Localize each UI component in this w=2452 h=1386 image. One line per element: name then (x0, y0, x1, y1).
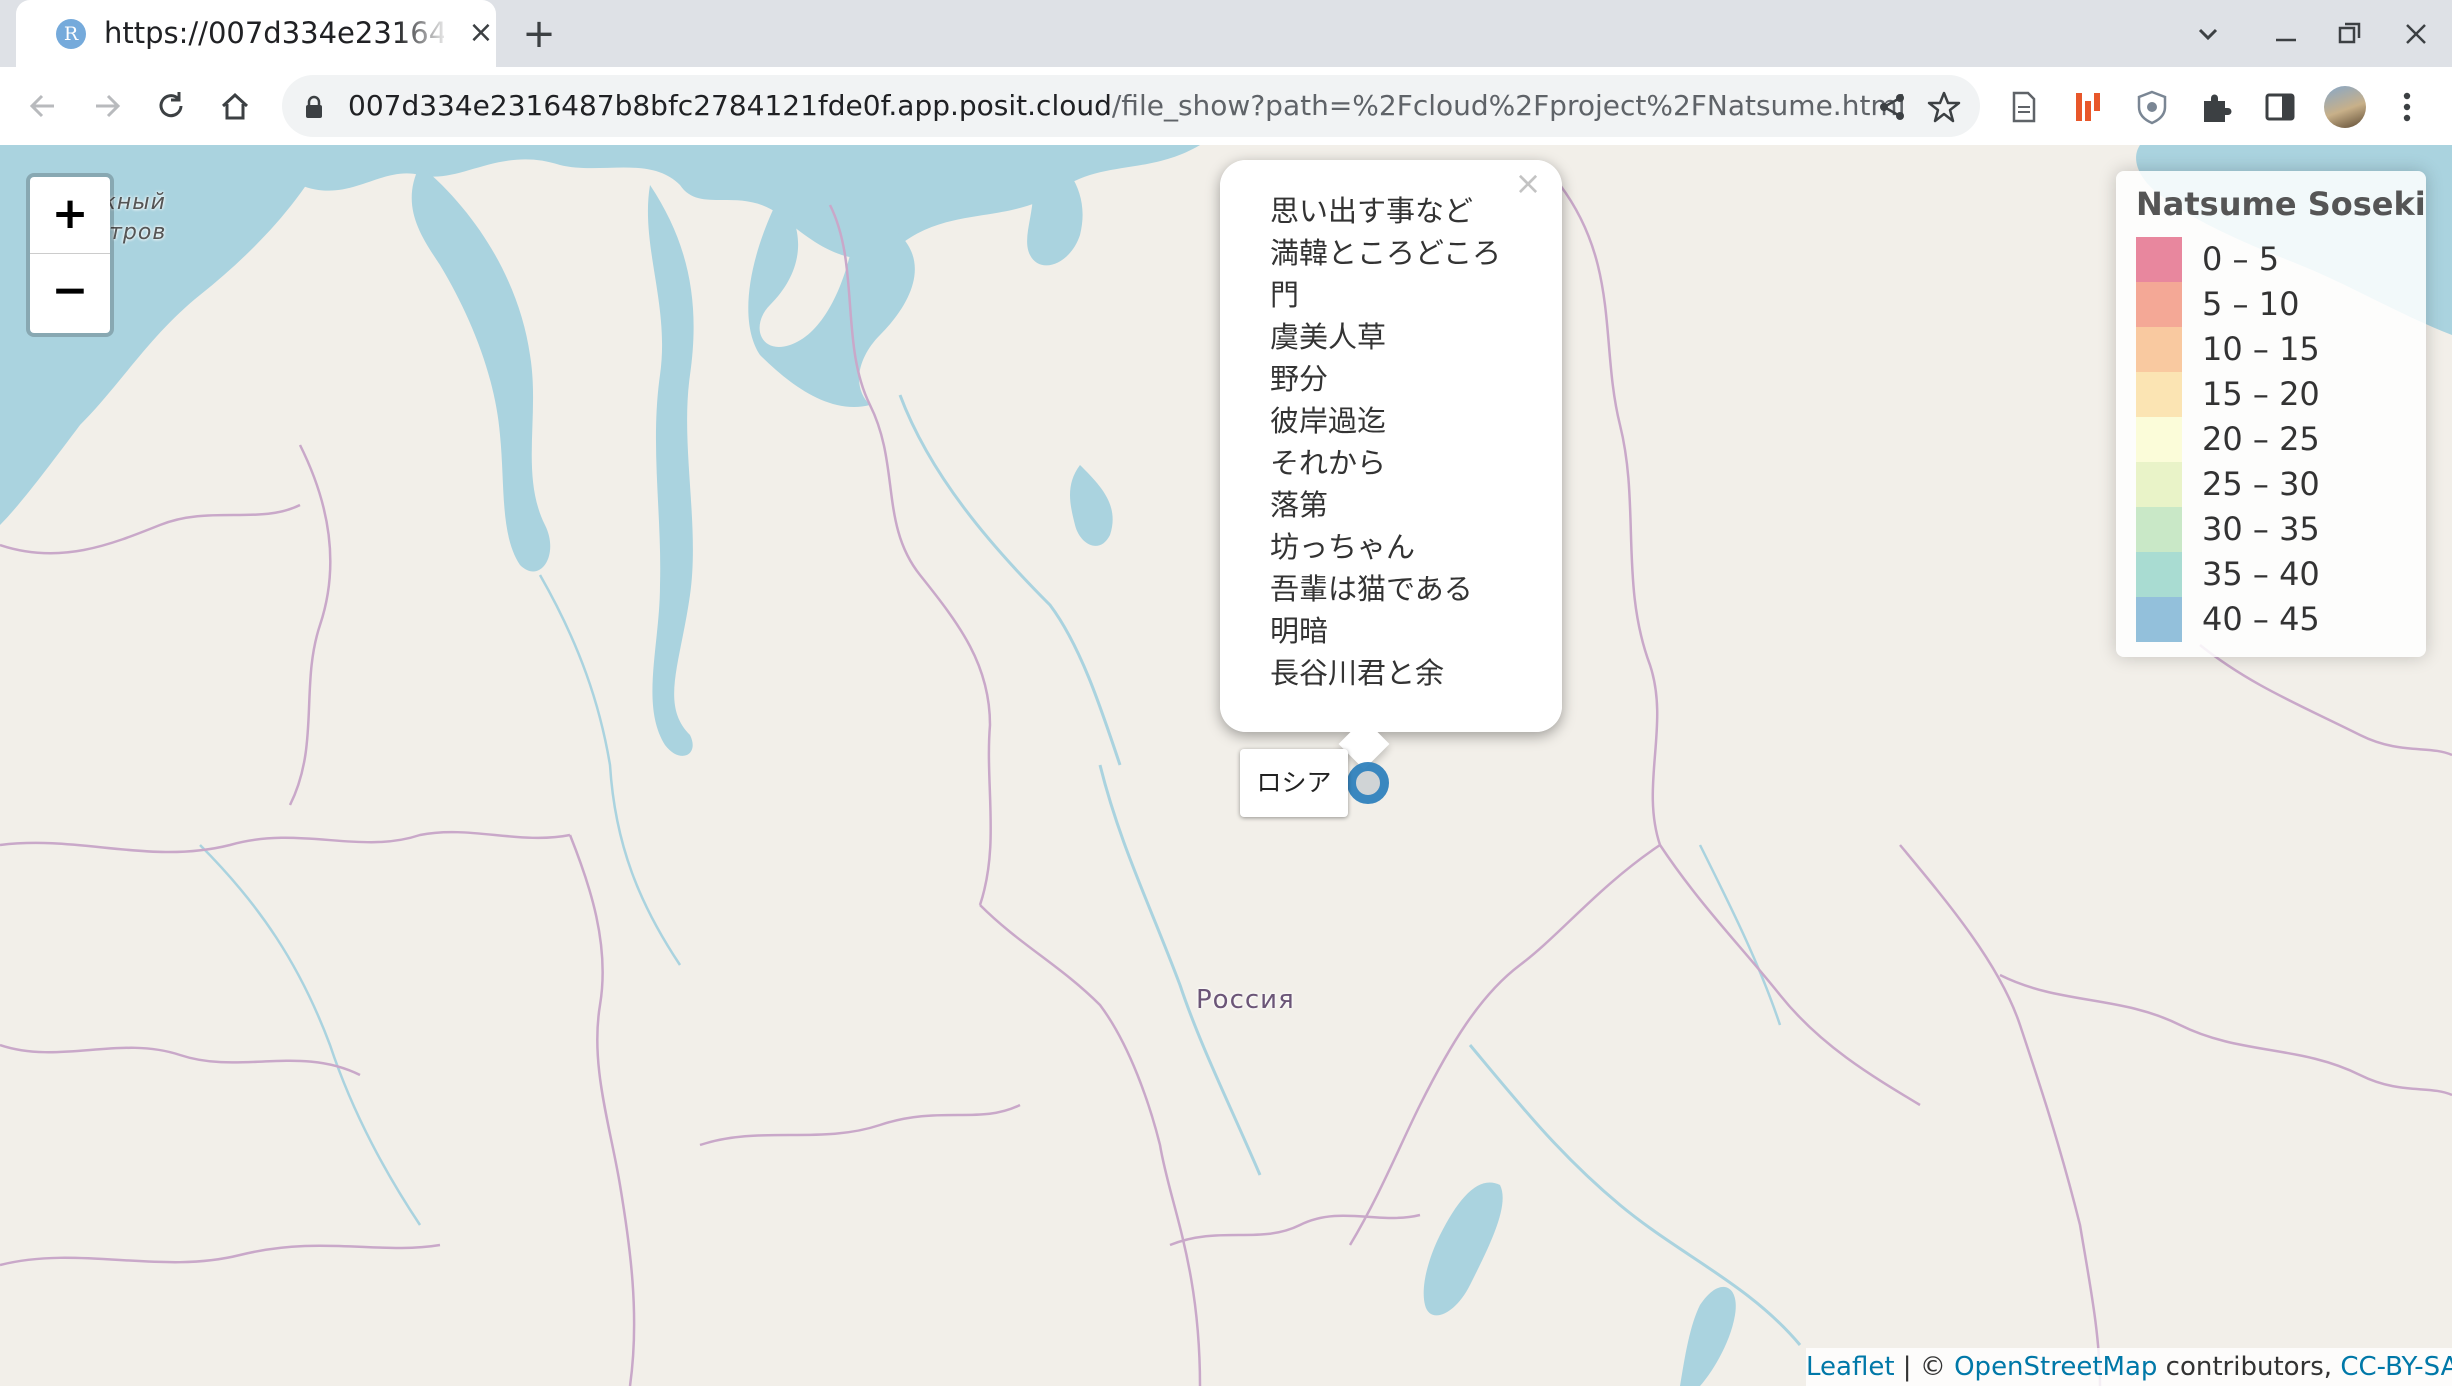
back-arrow-icon[interactable] (20, 83, 66, 129)
share-icon[interactable] (1874, 89, 1910, 125)
circle-marker[interactable] (1347, 762, 1389, 804)
popup-title-item: 長谷川君と余 (1270, 656, 1445, 690)
tab-title: https://007d334e231648 (104, 16, 444, 50)
new-tab-button[interactable]: + (518, 14, 560, 56)
legend-title: Natsume Soseki (2136, 185, 2426, 223)
legend: Natsume Soseki 0 – 5 5 – 10 10 – 15 15 –… (2116, 171, 2426, 657)
forward-arrow-icon[interactable] (84, 83, 130, 129)
url-text[interactable]: 007d334e2316487b8bfc2784121fde0f.app.pos… (348, 88, 1905, 124)
license-link[interactable]: CC-BY-SA (2340, 1352, 2452, 1382)
marker-tooltip: ロシア (1240, 749, 1348, 817)
legend-swatch (2136, 327, 2182, 372)
legend-label: 40 – 45 (2202, 600, 2320, 638)
leaflet-link[interactable]: Leaflet (1806, 1352, 1895, 1382)
zoom-control: + − (26, 173, 114, 337)
legend-label: 10 – 15 (2202, 330, 2320, 368)
legend-item: 10 – 15 (2136, 327, 2416, 372)
attribution-separator: | © (1894, 1352, 1955, 1382)
extension-orange-icon[interactable] (2068, 87, 2108, 127)
address-bar[interactable]: 007d334e2316487b8bfc2784121fde0f.app.pos… (282, 75, 1980, 137)
bookmark-star-icon[interactable] (1926, 89, 1962, 125)
side-panel-icon[interactable] (2260, 87, 2300, 127)
legend-label: 20 – 25 (2202, 420, 2320, 458)
legend-item: 25 – 30 (2136, 462, 2416, 507)
legend-swatch (2136, 417, 2182, 462)
home-icon[interactable] (212, 83, 258, 129)
popup-title-item: 野分 (1270, 362, 1329, 396)
legend-item: 15 – 20 (2136, 372, 2416, 417)
window-close-icon[interactable] (2396, 14, 2436, 54)
tab-search-chevron-icon[interactable] (2188, 14, 2228, 54)
popup-close-button[interactable]: × (1510, 165, 1546, 201)
legend-swatch (2136, 507, 2182, 552)
reader-mode-icon[interactable] (2004, 87, 2044, 127)
popup-title-item: それから (1270, 446, 1387, 480)
popup-title-item: 吾輩は猫である (1270, 572, 1473, 606)
legend-item: 35 – 40 (2136, 552, 2416, 597)
legend-label: 25 – 30 (2202, 465, 2320, 503)
openstreetmap-link[interactable]: OpenStreetMap (1954, 1352, 2157, 1382)
tab-strip: R https://007d334e231648 × + (0, 0, 2452, 67)
map-attribution: Leaflet | © OpenStreetMap contributors, … (1806, 1348, 2452, 1386)
reload-icon[interactable] (148, 83, 194, 129)
profile-avatar[interactable] (2324, 86, 2366, 128)
zoom-out-button[interactable]: − (30, 254, 110, 330)
popup-title-item: 坊っちゃん (1270, 530, 1416, 564)
restore-icon[interactable] (2330, 14, 2370, 54)
popup-title-item: 思い出す事など (1270, 194, 1474, 228)
r-favicon-icon: R (56, 19, 86, 49)
legend-swatch (2136, 237, 2182, 282)
popup-title-item: 満韓ところどころ (1270, 236, 1502, 270)
legend-item: 30 – 35 (2136, 507, 2416, 552)
popup-title-item: 明暗 (1270, 614, 1329, 648)
legend-item: 5 – 10 (2136, 282, 2416, 327)
zoom-in-button[interactable]: + (30, 177, 110, 254)
url-path: /file_show?path=%2Fcloud%2Fproject%2FNat… (1111, 89, 1906, 122)
legend-swatch (2136, 597, 2182, 642)
minimize-icon[interactable] (2266, 14, 2306, 54)
legend-swatch (2136, 462, 2182, 507)
tab-title-fade (396, 12, 450, 56)
extensions-puzzle-icon[interactable] (2196, 87, 2236, 127)
legend-item: 0 – 5 (2136, 237, 2416, 282)
lock-icon[interactable] (304, 95, 324, 119)
popup-title-item: 虞美人草 (1270, 320, 1387, 354)
legend-label: 0 – 5 (2202, 240, 2280, 278)
popup-title-item: 彼岸過迄 (1270, 404, 1387, 438)
browser-tab[interactable]: R https://007d334e231648 × (16, 0, 496, 67)
legend-item: 40 – 45 (2136, 597, 2416, 642)
place-label-russia: Россия (1196, 985, 1295, 1015)
browser-toolbar: 007d334e2316487b8bfc2784121fde0f.app.pos… (0, 67, 2452, 146)
popup-title-list: 思い出す事など 満韓ところどころ 門 虞美人草 野分 彼岸過迄 それから 落第 … (1270, 190, 1501, 694)
legend-items: 0 – 5 5 – 10 10 – 15 15 – 20 20 – 25 25 … (2136, 237, 2416, 642)
popup-title-item: 門 (1270, 278, 1300, 312)
legend-swatch (2136, 552, 2182, 597)
legend-label: 35 – 40 (2202, 555, 2320, 593)
more-menu-icon[interactable] (2392, 87, 2422, 127)
tab-close-icon[interactable]: × (464, 16, 498, 50)
legend-label: 15 – 20 (2202, 375, 2320, 413)
legend-item: 20 – 25 (2136, 417, 2416, 462)
legend-label: 30 – 35 (2202, 510, 2320, 548)
attribution-contributors: contributors, (2157, 1352, 2341, 1382)
shield-extension-icon[interactable] (2132, 87, 2172, 127)
legend-swatch (2136, 282, 2182, 327)
url-host: 007d334e2316487b8bfc2784121fde0f.app.pos… (348, 89, 1112, 122)
legend-label: 5 – 10 (2202, 285, 2300, 323)
leaflet-map[interactable]: жный стров Россия + − × 思い出す事など 満韓ところどころ… (0, 145, 2452, 1386)
popup-title-item: 落第 (1270, 488, 1329, 522)
legend-swatch (2136, 372, 2182, 417)
